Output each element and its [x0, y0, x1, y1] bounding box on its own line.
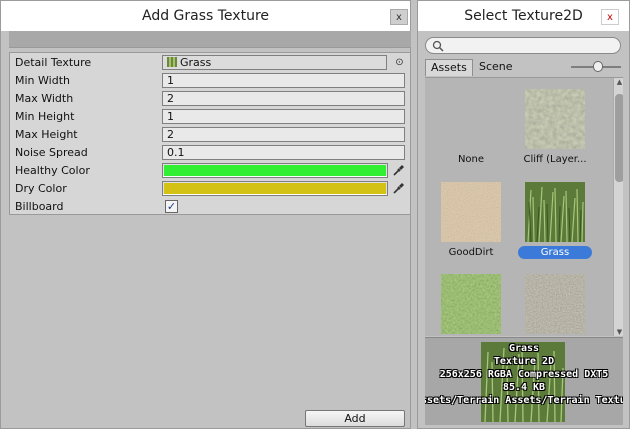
asset-scene-tabs: Assets Scene [425, 59, 621, 76]
preview-type: Texture 2D [493, 356, 555, 367]
eyedropper-icon[interactable] [392, 181, 406, 195]
right-window-title: Select Texture2D [464, 8, 583, 24]
tab-scene[interactable]: Scene [474, 59, 518, 76]
add-button[interactable]: Add [305, 410, 405, 427]
min-width-label: Min Width [15, 74, 70, 87]
dry-color-label: Dry Color [15, 182, 67, 195]
cliff-texture-thumbnail[interactable] [525, 89, 585, 149]
asset-grid-scrollbar[interactable]: ▲ ▼ [613, 78, 623, 336]
zoom-slider-thumb[interactable] [593, 61, 603, 72]
dry-color-swatch [164, 183, 386, 194]
dry-alpha-bar [163, 194, 387, 195]
object-picker-icon[interactable]: ⊙ [392, 55, 407, 70]
max-height-input[interactable]: 2 [162, 127, 405, 142]
eyedropper-icon[interactable] [392, 163, 406, 177]
scroll-down-icon[interactable]: ▼ [615, 328, 623, 336]
asset-tile-none[interactable] [441, 89, 501, 149]
grass-thumbnail-icon [167, 57, 177, 67]
max-height-row: Max Height 2 [10, 126, 410, 144]
healthy-alpha-bar [163, 176, 387, 177]
preview-name: Grass [508, 343, 540, 354]
healthy-color-field[interactable] [162, 163, 388, 178]
asset-label: None [457, 154, 485, 165]
max-width-input[interactable]: 2 [162, 91, 405, 106]
noise-spread-row: Noise Spread 0.1 [10, 144, 410, 162]
scroll-thumb[interactable] [615, 94, 623, 182]
grass-texture-thumbnail[interactable] [525, 182, 585, 242]
min-width-row: Min Width 1 [10, 72, 410, 90]
billboard-checkbox[interactable]: ✓ [165, 200, 178, 213]
asset-label: GoodDirt [448, 247, 494, 258]
left-window-title: Add Grass Texture [141, 8, 270, 24]
right-titlebar[interactable]: Select Texture2D x [418, 1, 629, 31]
left-titlebar[interactable]: Add Grass Texture x [1, 1, 410, 31]
min-width-input[interactable]: 1 [162, 73, 405, 88]
toolbar-strip [9, 31, 411, 48]
gooddirt-texture-thumbnail[interactable] [441, 182, 501, 242]
scroll-up-icon[interactable]: ▲ [615, 78, 623, 87]
healthy-color-label: Healthy Color [15, 164, 90, 177]
noise-spread-label: Noise Spread [15, 146, 88, 159]
preview-path: Assets/Terrain Assets/Terrain Textures [425, 395, 623, 406]
left-close-button[interactable]: x [390, 9, 408, 25]
asset-grid: None Cliff (Layer... GoodDirt Grass ▲ ▼ [425, 77, 623, 336]
search-input[interactable] [446, 39, 614, 52]
asset-label: Cliff (Layer... [523, 154, 587, 165]
right-close-button[interactable]: x [601, 9, 619, 25]
detail-texture-label: Detail Texture [15, 56, 92, 69]
tab-assets[interactable]: Assets [425, 59, 473, 76]
add-grass-texture-window: Add Grass Texture x Detail Texture Grass… [0, 0, 411, 429]
preview-panel: Grass Texture 2D 256x256 RGBA Compressed… [425, 337, 623, 425]
search-icon [432, 40, 444, 52]
dry-color-row: Dry Color [10, 180, 410, 198]
preview-format: 256x256 RGBA Compressed DXT5 [439, 369, 609, 380]
min-height-input[interactable]: 1 [162, 109, 405, 124]
min-height-row: Min Height 1 [10, 108, 410, 126]
max-height-label: Max Height [15, 128, 78, 141]
detail-texture-row: Detail Texture Grass ⊙ [10, 54, 410, 72]
max-width-row: Max Width 2 [10, 90, 410, 108]
healthy-color-row: Healthy Color [10, 162, 410, 180]
min-height-label: Min Height [15, 110, 75, 123]
properties-panel: Detail Texture Grass ⊙ Min Width 1 Max W… [9, 52, 411, 215]
billboard-row: Billboard ✓ [10, 198, 410, 216]
detail-texture-value: Grass [180, 56, 212, 69]
asset-label-selected: Grass [518, 246, 592, 259]
dry-color-field[interactable] [162, 181, 388, 196]
moss-texture-thumbnail[interactable] [441, 274, 501, 334]
select-texture2d-window: Select Texture2D x Assets Scene None Cli… [417, 0, 630, 429]
healthy-color-swatch [164, 165, 386, 176]
pebbles-texture-thumbnail[interactable] [525, 274, 585, 334]
max-width-label: Max Width [15, 92, 74, 105]
billboard-label: Billboard [15, 200, 64, 213]
noise-spread-input[interactable]: 0.1 [162, 145, 405, 160]
detail-texture-field[interactable]: Grass [162, 55, 387, 70]
preview-size: 85.4 KB [502, 382, 546, 393]
search-field[interactable] [425, 37, 621, 54]
